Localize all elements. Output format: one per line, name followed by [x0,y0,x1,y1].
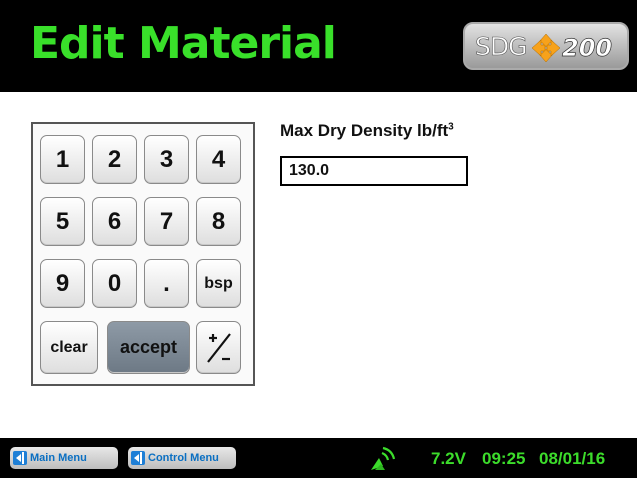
key-2[interactable]: 2 [92,135,137,184]
control-menu-button[interactable]: Control Menu [128,447,236,469]
satellite-signal-icon [371,446,396,470]
current-date: 08/01/16 [539,449,606,468]
logo-sdg-text: SDG [475,32,528,62]
footer-status-bar: Main Menu Control Menu 7.2V 09:25 08/01/… [0,438,637,478]
page-title: Edit Material [30,18,337,69]
max-dry-density-input[interactable] [280,156,468,186]
main-menu-button[interactable]: Main Menu [10,447,118,469]
clock-time: 09:25 [482,449,526,468]
key-8[interactable]: 8 [196,197,241,246]
key-4[interactable]: 4 [196,135,241,184]
key-3[interactable]: 3 [144,135,189,184]
logo-model-number: 200 [562,34,613,63]
back-arrow-icon [131,451,145,465]
clear-key[interactable]: clear [40,321,98,374]
key-7[interactable]: 7 [144,197,189,246]
key-0[interactable]: 0 [92,259,137,308]
accept-key[interactable]: accept [107,321,190,374]
key-6[interactable]: 6 [92,197,137,246]
sdg-200-logo: SDG 200 [463,22,629,70]
max-dry-density-label-text: Max Dry Density lb/ft [280,121,449,140]
main-content: 1 2 3 4 5 6 7 8 9 0 . bsp clear accept M… [0,92,637,438]
header: Edit Material SDG 200 [0,0,637,92]
plus-minus-icon [206,332,231,363]
key-1[interactable]: 1 [40,135,85,184]
orange-arrows-icon [531,33,561,63]
control-menu-label: Control Menu [148,452,219,464]
backspace-key[interactable]: bsp [196,259,241,308]
numeric-keypad: 1 2 3 4 5 6 7 8 9 0 . bsp clear accept [31,122,255,386]
key-decimal[interactable]: . [144,259,189,308]
key-5[interactable]: 5 [40,197,85,246]
plus-minus-key[interactable] [196,321,241,374]
battery-voltage: 7.2V [431,449,466,468]
unit-superscript: 3 [448,121,454,133]
back-arrow-icon [13,451,27,465]
max-dry-density-label: Max Dry Density lb/ft3 [280,121,454,141]
key-9[interactable]: 9 [40,259,85,308]
screen: Edit Material SDG 200 1 2 3 4 5 6 7 8 9 … [0,0,637,478]
main-menu-label: Main Menu [30,452,87,464]
